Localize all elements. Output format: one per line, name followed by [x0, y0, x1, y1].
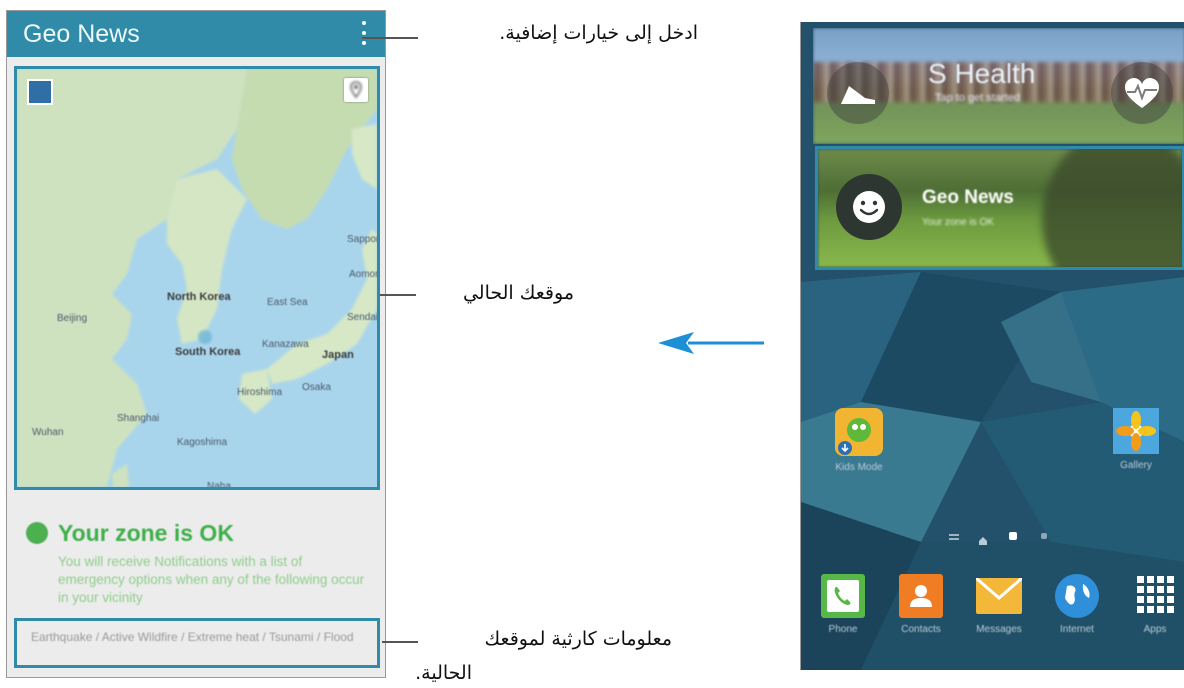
map-label: Kanazawa	[262, 339, 309, 350]
geo-news-widget-title: Geo News	[922, 187, 1014, 208]
callout-line-location	[380, 294, 416, 296]
current-location-map[interactable]: North Korea South Korea Japan East Sea B…	[14, 66, 380, 490]
zone-title: Your zone is OK	[58, 520, 234, 546]
map-label: Japan	[322, 349, 354, 361]
callout-current-location: موقعك الحالي	[462, 282, 574, 304]
smile-icon	[26, 522, 48, 544]
map-logo	[27, 79, 53, 105]
map-label: Sapporo	[347, 234, 380, 245]
dock-contacts[interactable]: Contacts	[885, 574, 957, 635]
map-graphic	[17, 69, 377, 487]
location-pin-icon[interactable]	[344, 78, 368, 102]
zone-description: You will receive Notifications with a li…	[58, 554, 365, 605]
map-label: Aomori	[349, 269, 380, 280]
dock-apps[interactable]: Apps	[1119, 574, 1184, 635]
geo-news-screen: Geo News North Korea South Korea Japan E…	[6, 10, 386, 678]
s-health-subtitle: Tap to get started	[935, 92, 1020, 104]
map-label: Shanghai	[117, 413, 160, 424]
disaster-info-box[interactable]: Earthquake / Active Wildfire / Extreme h…	[14, 618, 380, 668]
app-label: Phone	[828, 624, 858, 635]
map-label: Wuhan	[32, 427, 64, 438]
map-label: Osaka	[302, 382, 331, 393]
contacts-icon	[899, 574, 943, 618]
app-kids-mode[interactable]: Kids Mode	[823, 408, 895, 473]
callout-disaster-info-2: الحالية.	[415, 662, 472, 684]
smile-icon	[836, 174, 902, 240]
zone-status: Your zone is OK You will receive Notific…	[14, 503, 380, 613]
app-label: Messages	[976, 624, 1022, 635]
app-label: Kids Mode	[835, 462, 883, 473]
active-page-dot[interactable]	[1009, 532, 1017, 540]
dock-messages[interactable]: Messages	[963, 574, 1035, 635]
s-health-widget[interactable]: S Health Tap to get started	[813, 28, 1184, 144]
disaster-types: Earthquake / Active Wildfire / Extreme h…	[31, 630, 354, 644]
map-label: Hiroshima	[237, 387, 283, 398]
callout-line-more	[362, 37, 418, 39]
apps-grid-icon	[1135, 574, 1175, 614]
dock-internet[interactable]: Internet	[1041, 574, 1113, 635]
callout-more-options: ادخل إلى خيارات إضافية.	[499, 22, 698, 44]
globe-icon	[1055, 574, 1099, 618]
map-label: Naha	[207, 481, 231, 490]
map-label: East Sea	[267, 297, 308, 308]
shoe-icon	[827, 62, 889, 124]
app-bar: Geo News	[7, 11, 385, 57]
map-label: Kagoshima	[177, 437, 228, 448]
map-label: Sendai	[347, 312, 379, 323]
geo-news-widget-subtitle: Your zone is OK	[922, 217, 994, 228]
app-gallery[interactable]: Gallery	[1100, 408, 1172, 471]
map-label: South Korea	[175, 346, 241, 358]
page-dot[interactable]	[1041, 533, 1047, 539]
app-label: Internet	[1060, 624, 1094, 635]
menu-dot-icon	[949, 534, 959, 536]
app-label: Contacts	[901, 624, 941, 635]
app-title: Geo News	[23, 20, 140, 48]
callout-disaster-info-1: معلومات كارثية لموقعك	[484, 628, 672, 650]
home-screen: S Health Tap to get started Geo News You…	[800, 22, 1184, 670]
geo-news-widget[interactable]: Geo News Your zone is OK	[815, 146, 1184, 270]
home-dot-icon	[979, 532, 987, 545]
s-health-title: S Health	[928, 58, 1036, 89]
app-label: Apps	[1143, 624, 1167, 635]
map-label: North Korea	[167, 291, 231, 303]
map-label: Beijing	[57, 313, 88, 324]
phone-icon	[821, 574, 865, 618]
gallery-icon	[1113, 408, 1159, 454]
heart-rate-icon	[1111, 62, 1173, 124]
callout-line-disaster	[382, 641, 418, 643]
dock-phone[interactable]: Phone	[807, 574, 879, 635]
left-arrow-icon	[658, 332, 764, 354]
kids-mode-icon	[835, 408, 883, 456]
app-label: Gallery	[1120, 460, 1152, 471]
more-options-icon[interactable]	[361, 21, 367, 49]
messages-icon	[975, 576, 1023, 614]
